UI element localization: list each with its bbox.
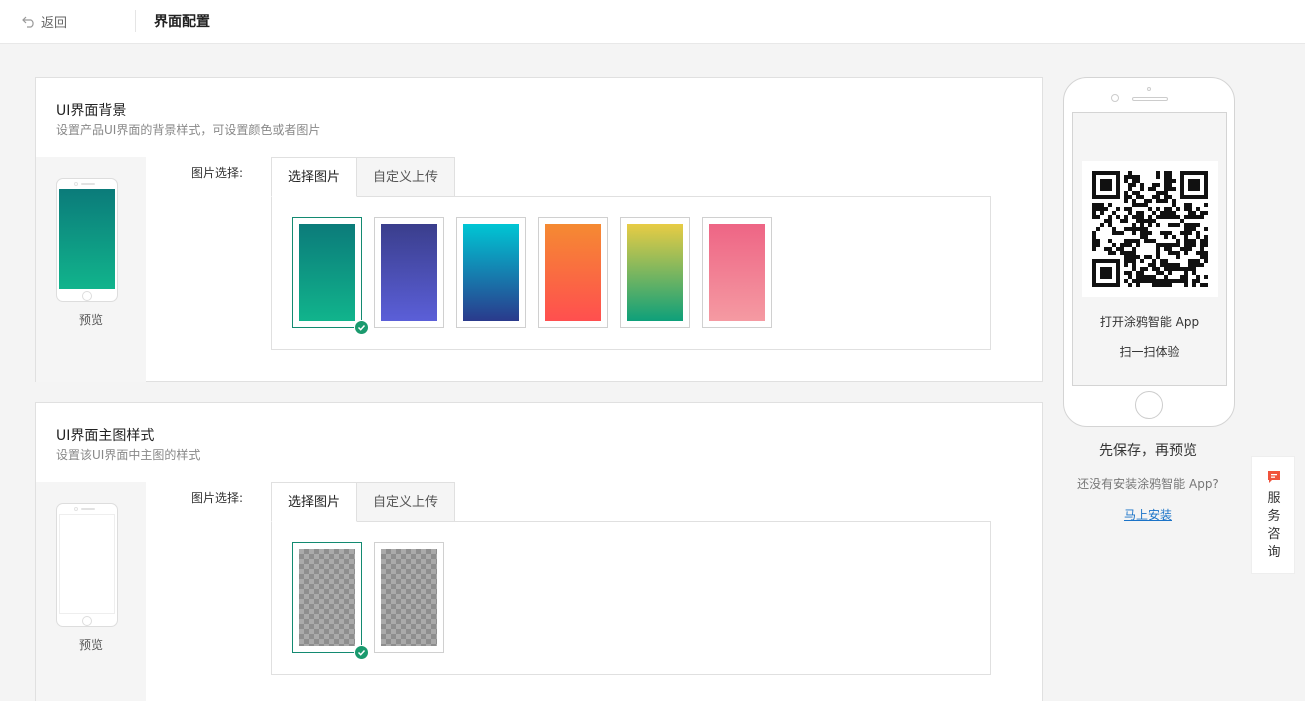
image-option[interactable]: [538, 217, 608, 328]
home-button: [1135, 391, 1163, 419]
main-image-config-card: UI界面主图样式 设置该UI界面中主图的样式 预览 图片选择: 选择图片 自定义…: [35, 402, 1043, 701]
tab-bar: 选择图片 自定义上传: [271, 157, 456, 197]
preview-phone: [56, 503, 118, 627]
image-option[interactable]: [620, 217, 690, 328]
header-divider: [135, 10, 136, 32]
install-now-link[interactable]: 马上安装: [1063, 506, 1233, 523]
tab-bar: 选择图片 自定义上传: [271, 482, 456, 522]
image-option[interactable]: [702, 217, 772, 328]
preview-label: 预览: [78, 313, 103, 327]
page-title: 界面配置: [154, 14, 210, 30]
phone-screen: 打开涂鸦智能 App 扫一扫体验: [1072, 112, 1227, 386]
service-label: 服 务 咨 询: [1267, 491, 1281, 560]
image-option-preview: [709, 224, 765, 321]
tab-custom-upload[interactable]: 自定义上传: [356, 157, 456, 197]
preview-phone: [56, 178, 118, 302]
save-tip: 先保存，再预览: [1099, 443, 1197, 459]
section-title: UI界面主图样式: [56, 428, 155, 444]
install-question: 还没有安装涂鸦智能 App?: [1077, 477, 1219, 491]
image-option[interactable]: [292, 217, 369, 335]
preview-label: 预览: [78, 638, 103, 652]
preview-screen: [59, 189, 115, 289]
image-option-preview: [381, 224, 437, 321]
image-option-preview: [381, 549, 437, 646]
service-consult-button[interactable]: 服 务 咨 询: [1251, 456, 1295, 574]
field-label: 图片选择:: [191, 166, 244, 180]
image-option[interactable]: [374, 217, 444, 328]
back-button[interactable]: 返回: [22, 12, 67, 31]
top-bar: 返回 界面配置: [0, 0, 1305, 44]
image-option-preview: [627, 224, 683, 321]
image-option-preview: [299, 549, 355, 646]
tab-select-image[interactable]: 选择图片: [271, 482, 358, 522]
preview-column: 预览: [36, 157, 146, 382]
selected-check-icon: [354, 320, 369, 335]
image-option-preview: [463, 224, 519, 321]
image-option[interactable]: [374, 542, 444, 653]
tab-select-image[interactable]: 选择图片: [271, 157, 358, 197]
back-label: 返回: [41, 16, 68, 31]
qr-instruction-app: 打开涂鸦智能 App: [1099, 315, 1200, 329]
image-option-preview: [299, 224, 355, 321]
background-config-card: UI界面背景 设置产品UI界面的背景样式，可设置颜色或者图片 预览 图片选择: …: [35, 77, 1043, 382]
image-options-panel: [271, 521, 991, 675]
section-subtitle: 设置产品UI界面的背景样式，可设置颜色或者图片: [56, 123, 321, 137]
field-label: 图片选择:: [191, 491, 244, 505]
image-option[interactable]: [292, 542, 369, 660]
qr-code: [1082, 161, 1218, 297]
preview-column: 预览: [36, 482, 146, 701]
section-title: UI界面背景: [56, 103, 127, 119]
tab-custom-upload[interactable]: 自定义上传: [356, 482, 456, 522]
image-options-panel: [271, 196, 991, 350]
phone-preview: 打开涂鸦智能 App 扫一扫体验: [1063, 77, 1235, 427]
back-arrow-icon: [22, 16, 34, 28]
preview-screen: [59, 514, 115, 614]
image-option-preview: [545, 224, 601, 321]
section-subtitle: 设置该UI界面中主图的样式: [56, 448, 201, 462]
selected-check-icon: [354, 645, 369, 660]
qr-instruction-scan: 扫一扫体验: [1119, 345, 1180, 359]
chat-icon: [1268, 471, 1280, 483]
image-option[interactable]: [456, 217, 526, 328]
